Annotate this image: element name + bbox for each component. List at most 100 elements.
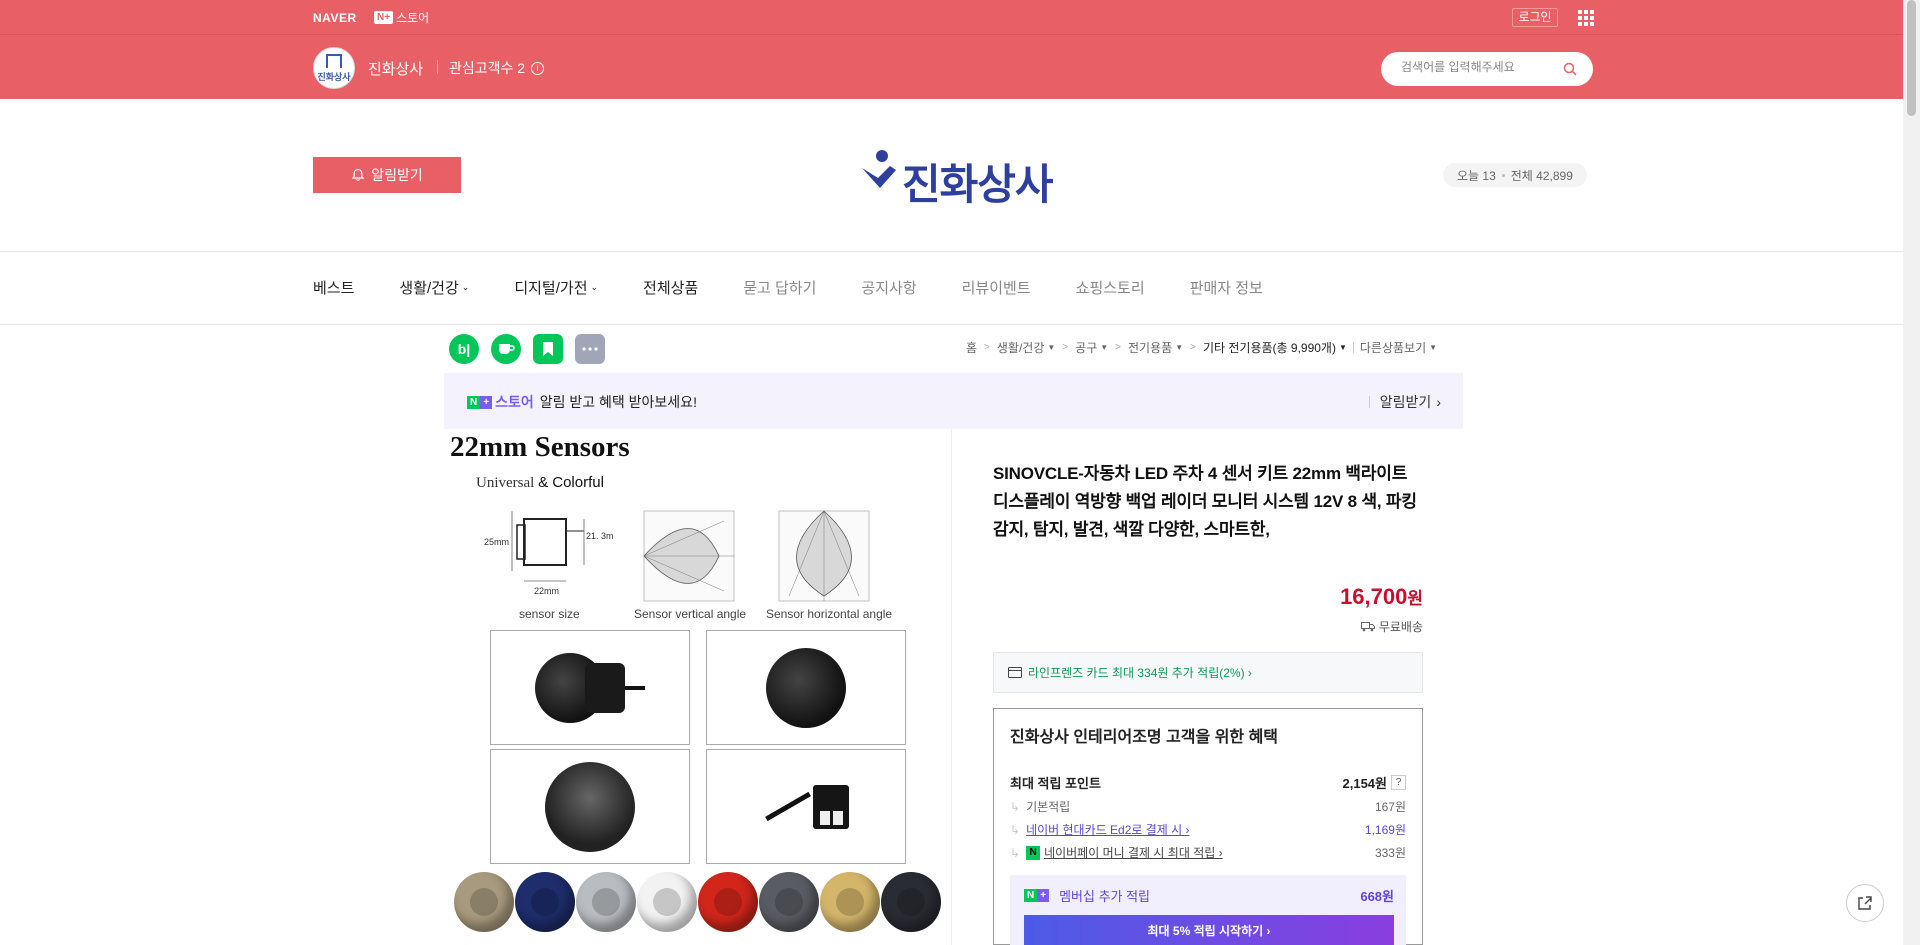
nav-item-digital[interactable]: 디지털/가전 ⌄ xyxy=(514,277,598,298)
cap-silver xyxy=(576,872,636,932)
search-icon[interactable] xyxy=(1563,62,1577,76)
divider xyxy=(1352,342,1354,353)
nplus-badge-icon: N + xyxy=(1024,889,1050,902)
store-logo-icon xyxy=(326,53,342,68)
store-header-bar: NAVER N+ 스토어 로그인 진화상사 진화상사 관심고객수 2 i xyxy=(0,0,1920,99)
notice-message: N + 스토어 알림 받고 혜택 받아보세요! xyxy=(467,392,697,412)
alarm-subscribe-button[interactable]: 알림받기 xyxy=(313,157,461,193)
nav-label: 디지털/가전 xyxy=(514,280,588,297)
nav-item-notice[interactable]: 공지사항 xyxy=(861,277,916,298)
search-input[interactable] xyxy=(1401,60,1556,74)
bell-icon xyxy=(352,168,365,181)
product-title: SINOVCLE-자동차 LED 주차 4 센서 키트 22mm 백라이트 디스… xyxy=(993,464,1417,539)
benefit-box: 진화상사 인테리어조명 고객을 위한 혜택 최대 적립 포인트 2,154원? … xyxy=(993,708,1423,945)
apps-grid-icon[interactable] xyxy=(1578,10,1594,26)
nav-item-living-health[interactable]: 생활/건강 ⌄ xyxy=(399,277,469,298)
cap-black xyxy=(881,872,941,932)
nav-label: 전체상품 xyxy=(643,280,699,297)
visits-today: 오늘 13 xyxy=(1457,168,1496,183)
scrollbar-thumb[interactable] xyxy=(1907,0,1916,116)
sensor-photo-side xyxy=(490,630,690,745)
image-sub-b: & Colorful xyxy=(538,474,604,491)
followers-label: 관심고객수 2 xyxy=(449,60,526,76)
truck-icon xyxy=(1360,622,1375,632)
notice-text: 알림 받고 혜택 받아보세요! xyxy=(539,394,697,410)
card-benefit-text: 라인프렌즈 카드 최대 334원 추가 적립(2%) › xyxy=(1028,666,1252,680)
caret-down-icon[interactable]: ▼ xyxy=(1429,343,1437,352)
cafe-share-icon[interactable] xyxy=(491,334,521,364)
breadcrumb-c4[interactable]: 기타 전기용품(총 9,990개) xyxy=(1203,339,1336,356)
cap-beige xyxy=(454,872,514,932)
naver-logo[interactable]: NAVER xyxy=(313,11,357,25)
caption-horizontal-angle: Sensor horizontal angle xyxy=(766,607,893,621)
cap-red xyxy=(698,872,758,932)
keep-share-icon[interactable] xyxy=(533,334,563,364)
shipping-info: 무료배송 xyxy=(993,618,1423,635)
chevron-right-icon: › xyxy=(1436,394,1441,410)
nav-item-qna[interactable]: 묻고 답하기 xyxy=(743,277,816,298)
horizontal-angle-diagram xyxy=(778,510,870,602)
breadcrumb-c2[interactable]: 공구 xyxy=(1075,339,1097,356)
help-icon[interactable]: ? xyxy=(1391,775,1406,790)
nav-label: 쇼핑스토리 xyxy=(1075,280,1145,297)
membership-value: 668원 xyxy=(1360,889,1394,904)
indent-mark: ↳ xyxy=(1010,845,1021,860)
visits-total: 전체 42,899 xyxy=(1510,168,1573,183)
product-image[interactable]: 22mm Sensors Universal & Colorful 25mm 2… xyxy=(444,429,952,945)
store-name[interactable]: 진화상사 xyxy=(368,58,423,79)
vertical-scrollbar[interactable] xyxy=(1903,0,1920,945)
caret-down-icon[interactable]: ▼ xyxy=(1047,343,1055,352)
indent-mark: ↳ xyxy=(1010,822,1021,837)
nav-label: 생활/건강 xyxy=(399,280,459,297)
nav-item-shopping-story[interactable]: 쇼핑스토리 xyxy=(1076,277,1145,298)
store-avatar[interactable]: 진화상사 xyxy=(313,47,355,89)
npay-money-link[interactable]: 네이버페이 머니 결제 시 최대 적립 › xyxy=(1044,844,1223,861)
brand-logo[interactable]: 진화상사 xyxy=(860,138,1054,206)
nav-item-seller-info[interactable]: 판매자 정보 xyxy=(1190,277,1263,298)
notice-subscribe-link[interactable]: 알림받기 › xyxy=(1368,392,1441,412)
sensor-photo-connector xyxy=(706,749,906,864)
hyundai-card-link[interactable]: 네이버 현대카드 Ed2로 결제 시 › xyxy=(1026,821,1189,838)
nav-item-best[interactable]: 베스트 xyxy=(313,277,354,298)
breadcrumb-c3[interactable]: 전기용품 xyxy=(1128,339,1172,356)
price-value: 16,700 xyxy=(1340,584,1408,609)
blog-share-icon[interactable]: b| xyxy=(449,334,479,364)
sensor-color-options xyxy=(454,872,941,932)
cap-navy xyxy=(515,872,575,932)
max-point-row: 최대 적립 포인트 2,154원? xyxy=(1010,773,1406,792)
nplus-n: N xyxy=(467,395,481,409)
bookmark-icon xyxy=(543,342,553,356)
breadcrumb-c1[interactable]: 생활/건강 xyxy=(997,339,1045,356)
caret-down-icon[interactable]: ▼ xyxy=(1100,343,1108,352)
cup-icon xyxy=(499,344,515,354)
divider xyxy=(437,60,438,74)
card-benefit-banner[interactable]: 라인프렌즈 카드 최대 334원 추가 적립(2%) › xyxy=(993,652,1423,693)
credit-card-icon xyxy=(1008,667,1022,678)
info-icon[interactable]: i xyxy=(531,61,545,75)
point-row-npay: ↳ N 네이버페이 머니 결제 시 최대 적립 › 333원 xyxy=(1010,844,1406,861)
point-row-basic: ↳ 기본적립 167원 xyxy=(1010,798,1406,815)
dim-h-text: 25mm xyxy=(484,537,509,547)
nav-label: 리뷰이벤트 xyxy=(961,280,1031,297)
membership-start-button[interactable]: 최대 5% 적립 시작하기 › xyxy=(1024,915,1394,945)
share-floating-button[interactable] xyxy=(1846,884,1884,922)
nav-item-review-event[interactable]: 리뷰이벤트 xyxy=(962,277,1031,298)
nav-item-all-products[interactable]: 전체상품 xyxy=(643,277,698,298)
chevron-right-icon: > xyxy=(1062,342,1069,353)
breadcrumb-other-products[interactable]: 다른상품보기 xyxy=(1360,339,1426,356)
divider xyxy=(0,34,1920,35)
nplus-store-label: 스토어 xyxy=(396,11,430,25)
nplus-badge: N+ xyxy=(374,11,394,24)
point-value: 333원 xyxy=(1374,846,1406,860)
caret-down-icon[interactable]: ▼ xyxy=(1339,343,1347,352)
more-share-icon[interactable] xyxy=(575,334,605,364)
login-button[interactable]: 로그인 xyxy=(1512,8,1558,27)
membership-box: N + 멤버십 추가 적립 668원 최대 5% 적립 시작하기 › xyxy=(1010,875,1406,945)
breadcrumb-home[interactable]: 홈 xyxy=(966,339,977,356)
chevron-down-icon: ⌄ xyxy=(461,282,470,292)
nplus-store-link[interactable]: N+ 스토어 xyxy=(374,9,429,26)
dim-d-text: 21. 3mm xyxy=(586,531,614,541)
nav-label: 베스트 xyxy=(313,280,355,297)
caret-down-icon[interactable]: ▼ xyxy=(1175,343,1183,352)
divider xyxy=(0,251,1920,252)
